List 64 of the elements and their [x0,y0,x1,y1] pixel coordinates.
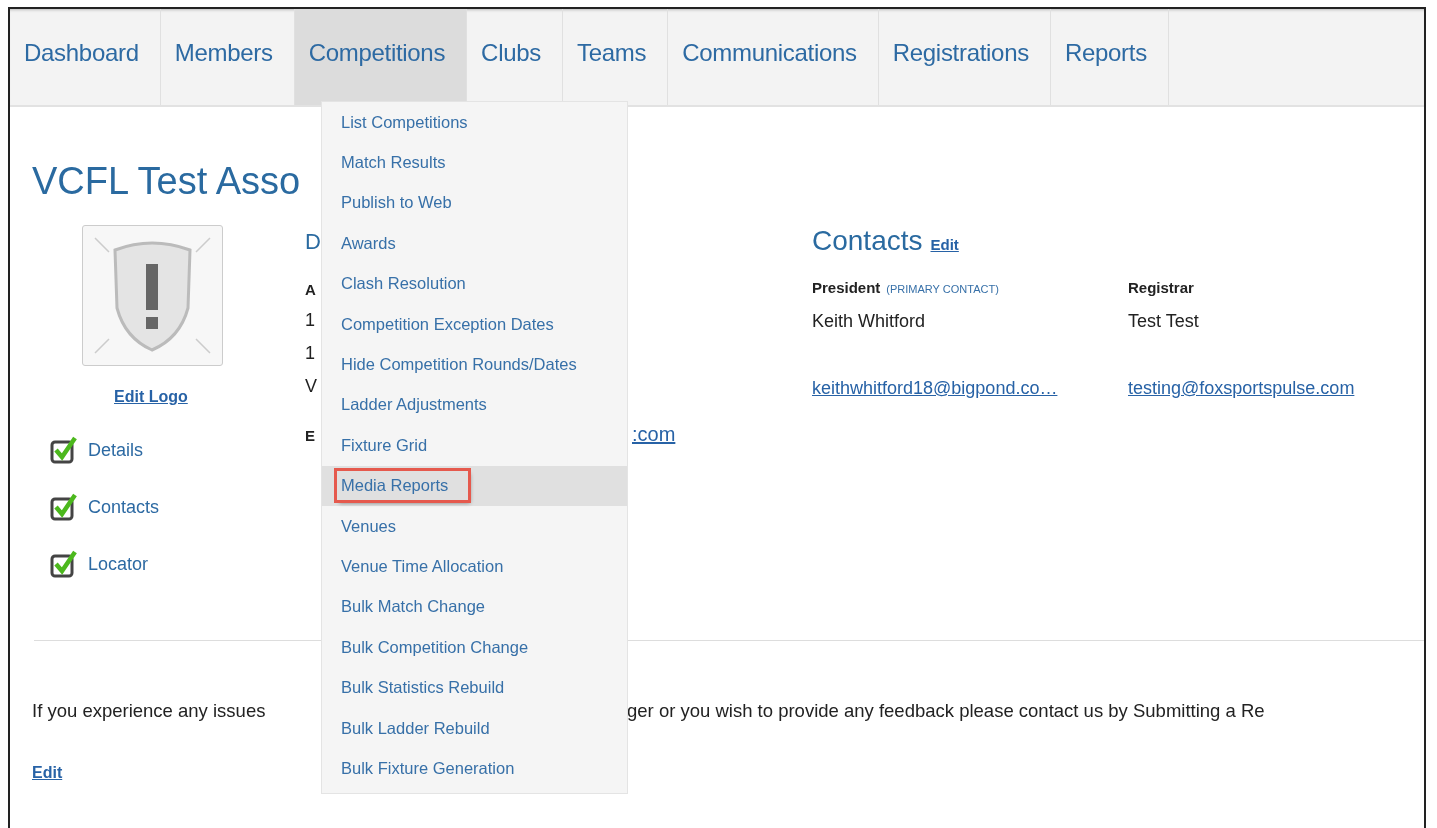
menu-row[interactable]: Ladder Adjustments [322,384,627,426]
menu-row[interactable]: Bulk Match Change [322,586,627,628]
menu-item[interactable]: List Competitions [337,107,488,137]
field-label: E [305,427,316,444]
menu-item[interactable]: Match Results [337,148,466,178]
address-line: 1 [305,343,315,364]
menu-item[interactable]: Hide Competition Rounds/Dates [337,350,597,380]
menu-item[interactable]: Competition Exception Dates [337,309,574,339]
email-link[interactable]: testing@foxsportspulse.com [1128,378,1426,399]
address-line: V [305,376,317,397]
footer-text: ger or you wish to provide any feedback please contact us by Submitting a Re [627,700,1265,722]
menu-row[interactable]: Awards [322,223,627,264]
menu-row[interactable]: Venue Time Allocation [322,546,627,587]
menu-item[interactable]: Bulk Match Change [337,592,505,622]
menu-item[interactable]: Venue Time Allocation [337,552,524,581]
contact-role: President [812,279,881,296]
edit-logo-link[interactable]: Edit Logo [114,388,188,406]
menu-row[interactable]: Match Results [322,142,627,183]
menu-row[interactable]: Hide Competition Rounds/Dates [322,344,627,385]
menu-row[interactable]: Publish to Web [322,182,627,224]
edit-link[interactable]: Edit [930,236,959,253]
nav-tab[interactable]: Competitions [294,9,468,105]
menu-item[interactable]: Bulk Statistics Rebuild [337,673,525,703]
nav-tab[interactable]: Members [160,9,295,105]
field-label: A [305,281,316,298]
contact-note: (PRIMARY CONTACT) [886,283,999,295]
menu-item[interactable]: Clash Resolution [337,269,486,299]
menu-item[interactable]: Media Reports [337,471,469,501]
menu-item[interactable]: Ladder Adjustments [337,390,507,420]
menu-item[interactable]: Venues [337,511,417,541]
menu-item[interactable]: Publish to Web [337,188,472,218]
checklist-label: Contacts [88,496,160,518]
nav-tab[interactable]: Communications [668,9,879,105]
menu-row[interactable]: Bulk Competition Change [322,627,627,668]
address-line: 1 [305,310,315,331]
menu-row[interactable]: Fixture Grid [322,425,627,466]
menu-item[interactable]: Bulk Fixture Generation [337,753,535,783]
menu-row[interactable]: Bulk Fixture Generation [322,748,627,789]
checklist-label: Details [88,439,144,461]
highlighted-menu-row[interactable]: Media Reports [322,465,627,506]
menu-item[interactable]: Bulk Competition Change [337,632,549,662]
checklist-label: Locator [88,553,149,575]
email-link[interactable]: keithwhitford18@bigpond.co… [812,378,1110,399]
email-link[interactable]: :com [632,423,676,446]
menu-row[interactable]: List Competitions [322,102,627,143]
menu-row[interactable]: Bulk Statistics Rebuild [322,667,627,708]
edit-link[interactable]: Edit [32,764,63,782]
nav-tab[interactable]: Reports [1050,9,1169,105]
menu-item[interactable]: Awards [337,228,416,258]
footer-text: If you experience any issues [32,700,266,721]
contact-role: Registrar [1128,279,1194,296]
menu-item[interactable]: Bulk Ladder Rebuild [337,713,510,743]
menu-row[interactable]: Bulk Ladder Rebuild [322,707,627,749]
menu-item[interactable]: Fixture Grid [337,430,448,460]
menu-row[interactable]: Venues [322,505,627,547]
page-title: VCFL Test Asso [32,159,301,204]
section-heading: D [305,228,321,256]
nav-tab[interactable]: Dashboard [10,9,161,105]
contact-name: Keith Whitford [812,311,927,332]
nav-tab[interactable]: Registrations [878,9,1051,105]
contact-name: Test Test [1128,311,1200,332]
menu-row[interactable]: Clash Resolution [322,263,627,304]
menu-row[interactable]: Competition Exception Dates [322,303,627,345]
section-heading: Contacts [812,225,923,257]
